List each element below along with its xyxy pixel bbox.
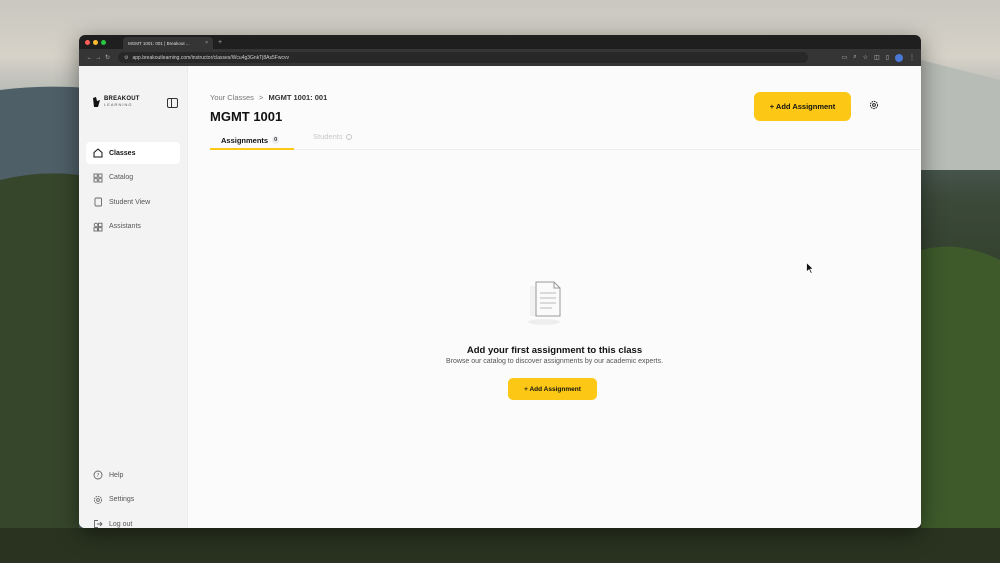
sidebar-item-student-view[interactable]: Student View: [86, 191, 180, 213]
logo-text-line2: LEARNING: [104, 102, 133, 107]
breadcrumb-current: MGMT 1001: 001: [268, 93, 328, 102]
forward-icon[interactable]: →: [94, 55, 103, 61]
tab-assignments[interactable]: Assignments 0: [210, 132, 294, 150]
sidebar-item-settings[interactable]: Settings: [86, 489, 180, 511]
sidebar-item-help[interactable]: ? Help: [86, 464, 180, 486]
site-info-icon[interactable]: ⚙: [124, 55, 128, 61]
logout-icon: [94, 520, 103, 528]
mouse-cursor-icon: [806, 262, 814, 274]
logo[interactable]: BREAKOUT LEARNING: [92, 96, 140, 107]
gear-icon: [93, 495, 103, 504]
logo-icon: [93, 97, 100, 107]
count-badge: 0: [272, 136, 280, 144]
collapse-sidebar-button[interactable]: [167, 98, 178, 108]
sidebar-item-label: Help: [109, 471, 124, 479]
minimize-window-button[interactable]: [93, 39, 98, 45]
sidebar-item-logout[interactable]: Log out: [86, 513, 180, 528]
sidebar-item-assistants[interactable]: Assistants: [86, 216, 180, 238]
class-settings-button[interactable]: [865, 96, 883, 114]
sidebar-bottom-nav: ? Help Settings Log out: [86, 464, 180, 528]
add-assignment-button[interactable]: + Add Assignment: [754, 92, 851, 121]
sidebar-item-label: Assistants: [109, 223, 141, 230]
browser-tabbar: MGMT 1001: 001 | Breakout ... × +: [79, 35, 921, 49]
sidebar-item-label: Student View: [109, 198, 151, 206]
cast-icon[interactable]: ▭: [842, 54, 848, 61]
sidebar-item-catalog[interactable]: Catalog: [86, 167, 180, 189]
close-tab-icon[interactable]: ×: [205, 40, 208, 46]
app-container: BREAKOUT LEARNING Classes Catalog Studen…: [79, 66, 921, 528]
browser-tab[interactable]: MGMT 1001: 001 | Breakout ... ×: [123, 37, 213, 49]
empty-document-icon: [528, 281, 561, 325]
svg-text:?: ?: [97, 473, 100, 479]
page-title: MGMT 1001: [210, 109, 283, 124]
sidebar-item-label: Log out: [109, 520, 133, 528]
maximize-window-button[interactable]: [101, 39, 106, 45]
breadcrumb-separator: >: [259, 93, 264, 102]
extensions-icon[interactable]: ◫: [874, 54, 880, 61]
breadcrumb-root-link[interactable]: Your Classes: [210, 93, 254, 102]
zoom-icon[interactable]: ⌕: [853, 54, 856, 61]
browser-tab-title: MGMT 1001: 001 | Breakout ...: [128, 40, 190, 46]
gear-icon: [869, 100, 879, 110]
tabs: Assignments 0 Students: [210, 129, 921, 150]
sidebar: BREAKOUT LEARNING Classes Catalog Studen…: [79, 66, 188, 528]
tab-label: Assignments: [221, 135, 269, 145]
sidebar-item-label: Settings: [109, 496, 135, 503]
back-icon[interactable]: ←: [85, 55, 94, 61]
sidebar-item-classes[interactable]: Classes: [86, 142, 180, 164]
empty-state-subtitle: Browse our catalog to discover assignmen…: [445, 358, 664, 365]
address-bar[interactable]: ⚙ app.breakoutlearning.com/instructor/cl…: [118, 52, 808, 63]
help-icon: ?: [93, 470, 103, 480]
menu-icon[interactable]: ⋮: [909, 54, 915, 61]
sidebar-item-label: Classes: [109, 149, 136, 157]
bookmark-star-icon[interactable]: ☆: [863, 54, 868, 61]
document-icon: [94, 197, 102, 207]
reload-icon[interactable]: ↻: [103, 54, 112, 61]
tab-label: Students: [313, 132, 343, 141]
tab-students[interactable]: Students: [313, 132, 352, 141]
profile-avatar[interactable]: [895, 53, 903, 62]
browser-window: MGMT 1001: 001 | Breakout ... × + ← → ↻ …: [79, 35, 921, 528]
home-icon: [93, 148, 103, 158]
empty-state-add-assignment-button[interactable]: + Add Assignment: [508, 378, 597, 400]
empty-state-title: Add your first assignment to this class: [466, 345, 643, 356]
breadcrumb: Your Classes > MGMT 1001: 001: [210, 93, 327, 102]
url-text: app.breakoutlearning.com/instructor/clas…: [132, 54, 289, 61]
close-window-button[interactable]: [85, 39, 90, 45]
sidebar-item-label: Catalog: [109, 174, 134, 181]
new-tab-icon[interactable]: +: [218, 39, 222, 46]
sidepanel-icon[interactable]: ▯: [886, 54, 889, 61]
sidebar-nav: Classes Catalog Student View Assistants: [86, 142, 180, 240]
browser-toolbar: ← → ↻ ⚙ app.breakoutlearning.com/instruc…: [79, 49, 921, 66]
info-icon: [345, 133, 352, 140]
assistants-icon: [93, 222, 103, 231]
grid-icon: [93, 173, 103, 182]
main-content: Your Classes > MGMT 1001: 001 MGMT 1001 …: [188, 66, 921, 528]
